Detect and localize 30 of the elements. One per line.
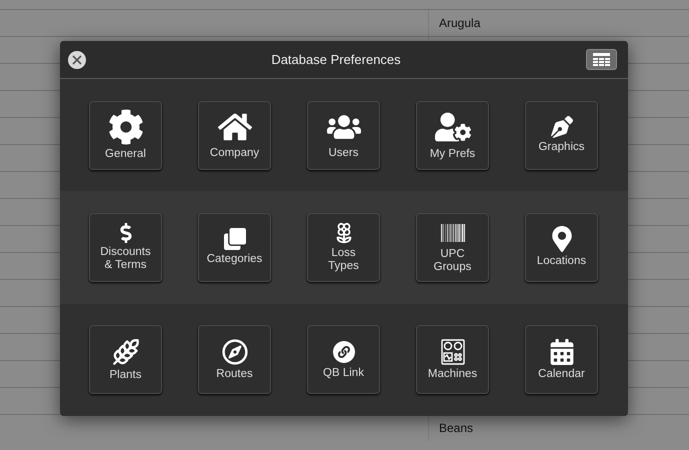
table-view-button[interactable] <box>586 49 617 70</box>
preference-button[interactable]: Loss Types <box>307 212 380 282</box>
compass-icon <box>222 338 248 365</box>
preference-button[interactable]: Plants <box>89 325 162 394</box>
preference-button[interactable]: QB Link <box>307 325 380 394</box>
calendar-icon <box>548 338 574 365</box>
close-icon <box>72 54 82 64</box>
gear-icon <box>108 109 144 146</box>
preference-button[interactable]: General <box>89 100 162 170</box>
machine-panel-icon <box>440 338 466 365</box>
close-button[interactable] <box>68 50 86 68</box>
preference-button[interactable]: Machines <box>416 325 489 394</box>
preference-button[interactable]: Calendar <box>525 325 598 394</box>
stacked-squares-icon <box>224 228 246 250</box>
preference-button[interactable]: UPC Groups <box>416 212 489 282</box>
pen-nib-icon <box>550 116 572 138</box>
preference-button[interactable]: Routes <box>198 325 271 394</box>
preference-button[interactable]: Company <box>198 100 271 170</box>
preference-button[interactable]: Users <box>307 100 380 170</box>
preference-button[interactable]: Locations <box>525 212 598 282</box>
list-cell-text: Arugula <box>438 15 480 32</box>
list-cell-text: Beans <box>438 420 474 437</box>
table-icon <box>592 52 610 66</box>
link-icon <box>332 340 356 364</box>
preference-button[interactable]: My Prefs <box>416 100 489 170</box>
preference-button[interactable]: Categories <box>198 212 271 282</box>
wheat-icon <box>112 338 140 366</box>
preference-button[interactable]: Discounts & Terms <box>89 212 162 282</box>
preference-button[interactable]: Graphics <box>525 100 598 170</box>
dialog-title: Database Preferences <box>271 52 401 67</box>
